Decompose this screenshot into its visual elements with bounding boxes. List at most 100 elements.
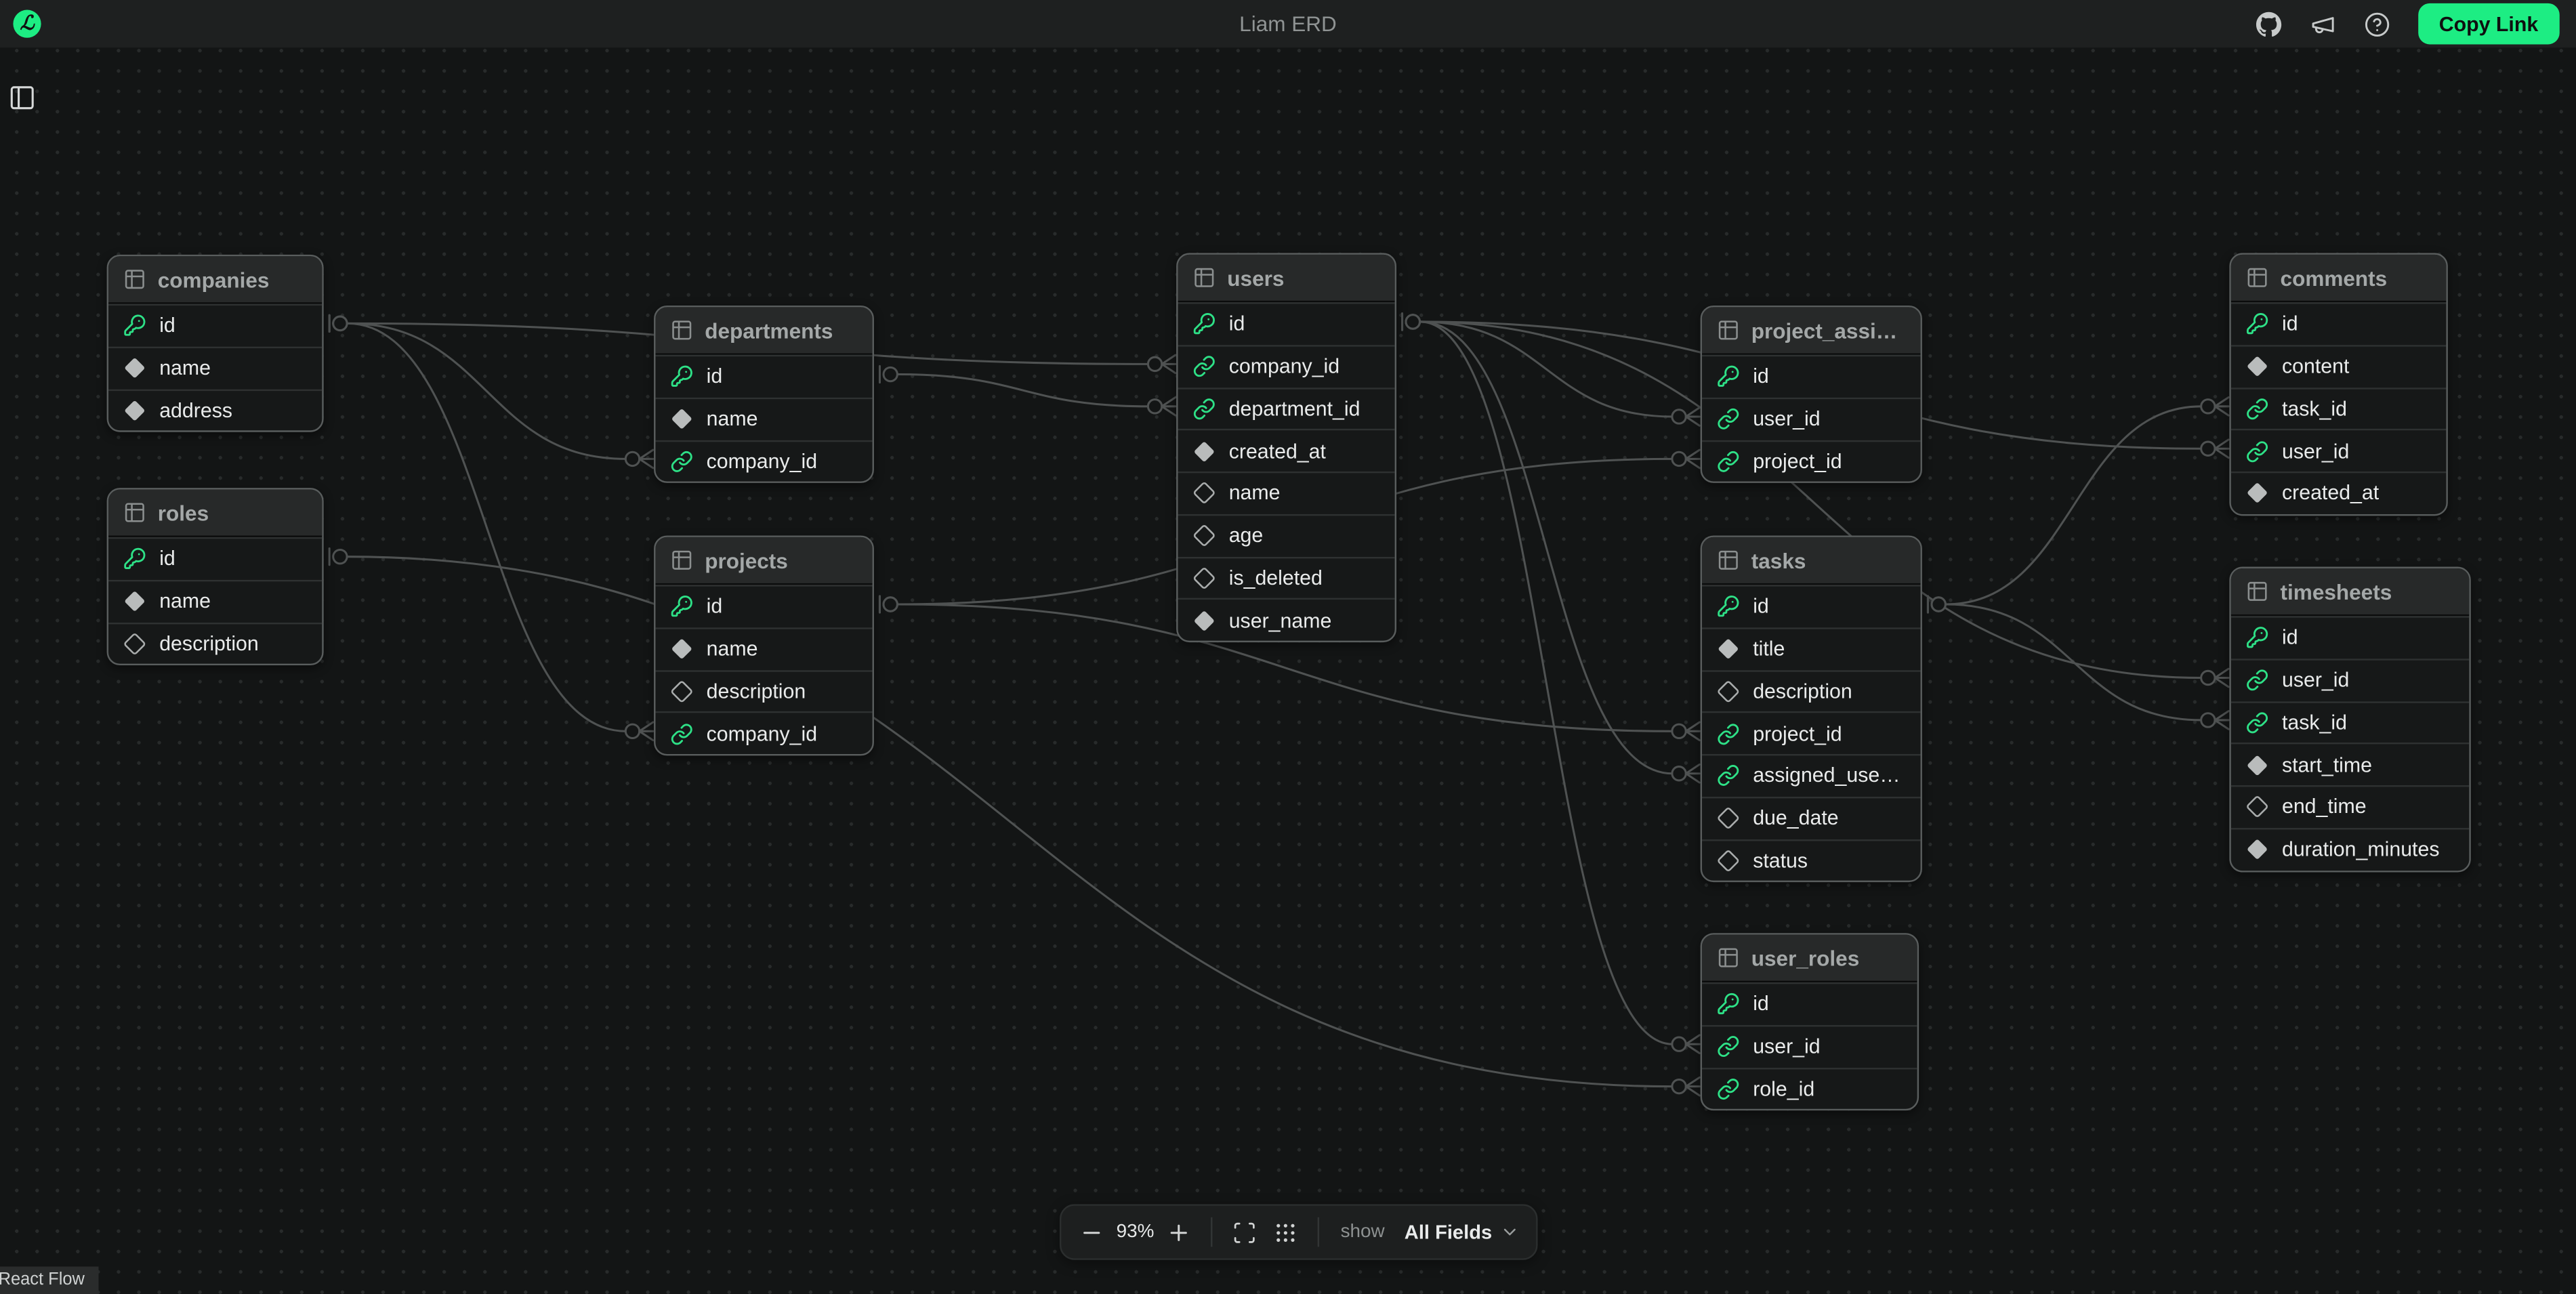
erd-canvas[interactable] (0, 47, 2576, 1294)
help-circle-icon[interactable] (2363, 11, 2390, 37)
column-row-end_time[interactable]: end_time (2231, 785, 2470, 827)
foreign-key-icon (2246, 669, 2269, 692)
column-row-company_id[interactable]: company_id (655, 440, 872, 482)
column-name: name (159, 590, 211, 613)
column-row-name[interactable]: name (655, 627, 872, 669)
table-node-user_roles[interactable]: user_rolesiduser_id role_id (1701, 933, 1919, 1110)
column-row-id[interactable]: id (655, 585, 872, 627)
table-header[interactable]: companies (108, 256, 322, 304)
column-row-id[interactable]: id (2231, 616, 2470, 658)
not-null-diamond-icon (123, 590, 146, 613)
column-row-user_id[interactable]: user_id (2231, 429, 2447, 471)
table-header[interactable]: comments (2231, 255, 2447, 302)
column-row-id[interactable]: id (1178, 302, 1395, 344)
nullable-diamond-icon (1717, 680, 1740, 703)
column-row-content[interactable]: content (2231, 345, 2447, 387)
table-name: projects (705, 548, 788, 572)
fields-filter-value: All Fields (1405, 1221, 1492, 1244)
fields-filter-select[interactable]: All Fields (1398, 1221, 1526, 1244)
table-node-timesheets[interactable]: timesheets id user_idtask_idstart_timeend_… (2229, 567, 2470, 872)
megaphone-icon[interactable] (2309, 11, 2335, 37)
column-row-id[interactable]: id (1702, 355, 1920, 397)
table-header[interactable]: users (1178, 255, 1395, 302)
column-row-user_name[interactable]: user_name (1178, 598, 1395, 640)
column-row-company_id[interactable]: company_id (655, 712, 872, 754)
column-row-title[interactable]: title (1702, 627, 1920, 669)
column-row-role_id[interactable]: role_id (1702, 1067, 1917, 1109)
column-row-id[interactable]: id (1702, 982, 1917, 1024)
column-row-department_id[interactable]: department_id (1178, 387, 1395, 429)
column-row-project_id[interactable]: project_id (1702, 440, 1920, 482)
column-row-id[interactable]: id (108, 304, 322, 346)
column-row-name[interactable]: name (655, 397, 872, 439)
table-node-companies[interactable]: companiesidnameaddress (107, 255, 324, 432)
table-node-roles[interactable]: rolesid name description (107, 488, 324, 665)
column-row-user_id[interactable]: user_id (1702, 1024, 1917, 1066)
fit-view-button[interactable] (1224, 1219, 1265, 1244)
table-header[interactable]: user_roles (1702, 935, 1917, 982)
column-name: id (2282, 627, 2298, 650)
column-row-id[interactable]: id (655, 355, 872, 397)
zoom-in-button[interactable] (1158, 1219, 1199, 1244)
column-row-name[interactable]: name (108, 346, 322, 388)
column-row-address[interactable]: address (108, 388, 322, 430)
foreign-key-icon (1717, 1035, 1740, 1058)
chevron-down-icon (1500, 1222, 1520, 1242)
column-name: id (1753, 596, 1769, 619)
column-name: description (159, 632, 259, 655)
column-row-name[interactable]: name (108, 579, 322, 621)
column-row-name[interactable]: name (1178, 472, 1395, 514)
column-row-project_id[interactable]: project_id (1702, 712, 1920, 754)
table-node-projects[interactable]: projects idname description company_id (654, 535, 874, 755)
column-row-is_deleted[interactable]: is_deleted (1178, 556, 1395, 598)
column-name: id (1753, 365, 1769, 388)
column-row-status[interactable]: status (1702, 839, 1920, 881)
canvas-toolbar: 93% show All Fields (1060, 1204, 1538, 1259)
table-node-project_assignments[interactable]: project_assignme...id user_id project_id (1701, 306, 1922, 483)
column-row-duration_minutes[interactable]: duration_minutes (2231, 827, 2470, 869)
column-row-task_id[interactable]: task_id (2231, 387, 2447, 429)
column-row-user_id[interactable]: user_id (2231, 659, 2470, 701)
column-row-created_at[interactable]: created_at (1178, 429, 1395, 471)
column-row-due_date[interactable]: due_date (1702, 796, 1920, 838)
table-header[interactable]: roles (108, 490, 322, 537)
github-icon[interactable] (2255, 11, 2281, 37)
column-row-id[interactable]: id (1702, 585, 1920, 627)
attribution[interactable]: React Flow (0, 1266, 98, 1294)
column-row-company_id[interactable]: company_id (1178, 345, 1395, 387)
table-icon (670, 318, 693, 341)
column-row-id[interactable]: id (108, 537, 322, 579)
table-node-tasks[interactable]: tasks id titledescriptionproject_idassigne… (1701, 535, 1922, 882)
column-name: description (707, 680, 806, 703)
table-node-departments[interactable]: departmentsidnamecompany_id (654, 306, 874, 483)
column-name: project_id (1753, 450, 1842, 473)
column-row-assigned_user_id[interactable]: assigned_user_id (1702, 754, 1920, 796)
table-header[interactable]: projects (655, 537, 872, 585)
minus-icon (1079, 1219, 1104, 1244)
column-row-user_id[interactable]: user_id (1702, 397, 1920, 439)
tidy-up-button[interactable] (1265, 1219, 1306, 1244)
column-row-id[interactable]: id (2231, 302, 2447, 344)
column-name: is_deleted (1229, 566, 1323, 589)
column-row-description[interactable]: description (655, 669, 872, 711)
table-header[interactable]: tasks (1702, 537, 1920, 585)
column-row-age[interactable]: age (1178, 514, 1395, 556)
table-node-users[interactable]: usersidcompany_iddepartment_idcreated_at… (1176, 253, 1396, 642)
panel-left-toggle-button[interactable] (8, 82, 38, 112)
column-row-description[interactable]: description (108, 622, 322, 664)
column-row-task_id[interactable]: task_id (2231, 701, 2470, 743)
fit-view-icon (1232, 1219, 1257, 1244)
table-header[interactable]: departments (655, 307, 872, 354)
zoom-level: 93% (1113, 1222, 1159, 1242)
column-row-created_at[interactable]: created_at (2231, 472, 2447, 514)
nullable-diamond-icon (1717, 849, 1740, 872)
zoom-out-button[interactable] (1071, 1219, 1113, 1244)
column-row-description[interactable]: description (1702, 669, 1920, 711)
table-header[interactable]: project_assignme... (1702, 307, 1920, 354)
copy-link-button[interactable]: Copy Link (2417, 3, 2560, 45)
table-header[interactable]: timesheets (2231, 568, 2470, 616)
column-name: user_id (2282, 440, 2349, 463)
column-row-start_time[interactable]: start_time (2231, 743, 2470, 785)
column-name: role_id (1753, 1077, 1814, 1100)
table-node-comments[interactable]: commentsidcontenttask_id user_id created_a… (2229, 253, 2447, 515)
